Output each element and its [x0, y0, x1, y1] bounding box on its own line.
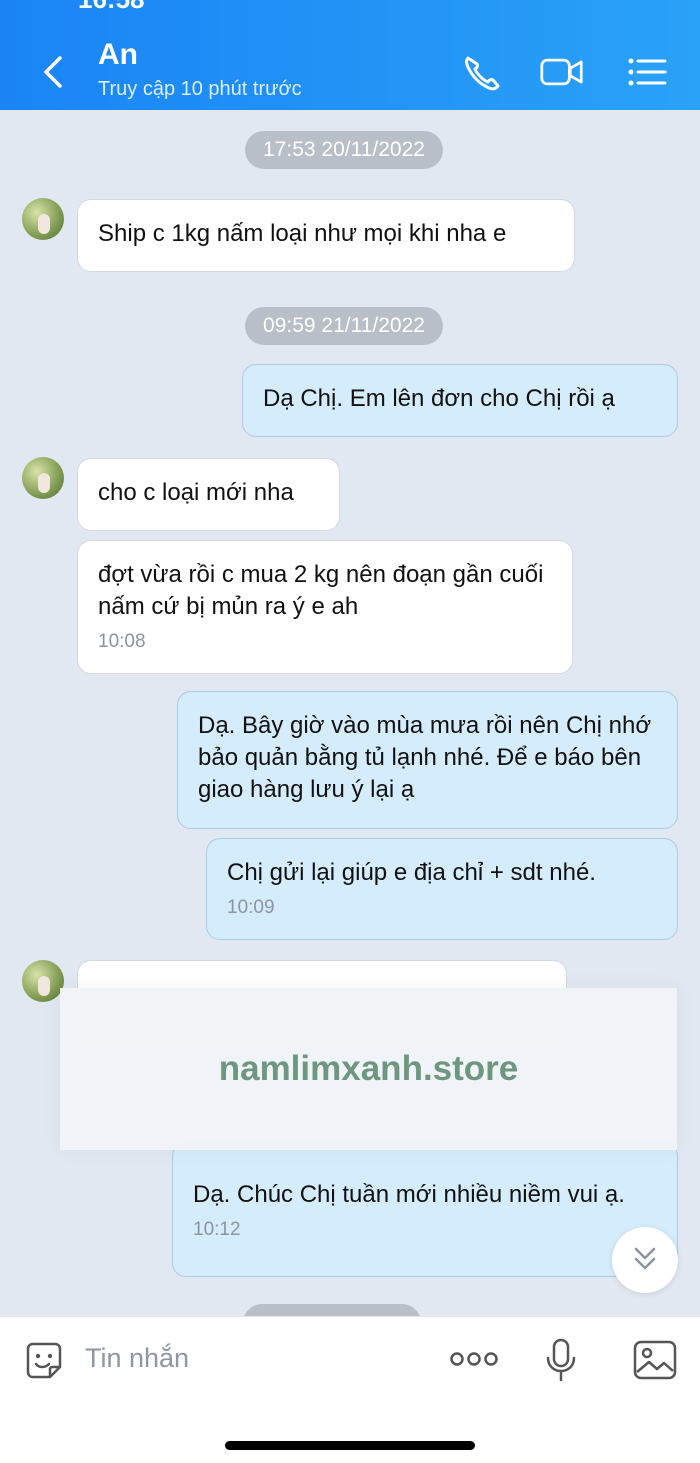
message-bubble-incoming[interactable]: Ship c 1kg nấm loại như mọi khi nha e	[77, 199, 575, 272]
message-text: Dạ. Bây giờ vào mùa mưa rồi nên Chị nhớ …	[198, 712, 652, 803]
message-text: Chị gửi lại giúp e địa chỉ + sdt nhé.	[227, 859, 596, 886]
message-bubble-outgoing[interactable]: Dạ Chị. Em lên đơn cho Chị rồi ạ	[242, 364, 678, 437]
date-separator: 09:59 21/11/2022	[245, 307, 443, 345]
message-text: Dạ Chị. Em lên đơn cho Chị rồi ạ	[263, 385, 615, 412]
message-time: 10:08	[98, 631, 146, 652]
message-text: Ship c 1kg nấm loại như mọi khi nha e	[98, 220, 507, 247]
message-time: 10:09	[227, 897, 275, 918]
message-bubble-incoming[interactable]: đợt vừa rồi c mua 2 kg nên đoạn gần cuối…	[77, 540, 573, 674]
date-separator-partial	[243, 1304, 421, 1316]
phone-call-icon[interactable]	[460, 52, 504, 92]
more-options-icon[interactable]	[448, 1345, 500, 1373]
last-seen-status: Truy cập 10 phút trước	[98, 78, 302, 100]
contact-avatar[interactable]	[22, 198, 64, 240]
message-bubble-outgoing[interactable]: Dạ. Bây giờ vào mùa mưa rồi nên Chị nhớ …	[177, 691, 678, 829]
message-bubble-outgoing[interactable]: Chị gửi lại giúp e địa chỉ + sdt nhé. 10…	[206, 838, 678, 940]
message-text: Dạ. Chúc Chị tuần mới nhiều niềm vui ạ.	[193, 1181, 625, 1208]
contact-avatar[interactable]	[22, 960, 64, 1002]
microphone-icon[interactable]	[541, 1337, 581, 1383]
image-gallery-icon[interactable]	[632, 1339, 678, 1381]
message-input[interactable]: Tin nhắn	[85, 1343, 189, 1374]
message-input-bar: Tin nhắn	[0, 1316, 700, 1463]
double-chevron-down-icon	[634, 1247, 656, 1270]
chat-header: 16:58 An Truy cập 10 phút trước	[0, 0, 700, 110]
sticker-icon[interactable]	[22, 1339, 66, 1383]
status-time: 16:58	[78, 0, 145, 15]
message-time: 10:12	[193, 1219, 241, 1240]
contact-avatar[interactable]	[22, 457, 64, 499]
contact-name[interactable]: An	[98, 38, 138, 72]
message-bubble-outgoing[interactable]: Dạ. Chúc Chị tuần mới nhiều niềm vui ạ. …	[172, 1142, 678, 1277]
scroll-to-bottom-button[interactable]	[612, 1227, 678, 1293]
watermark: namlimxanh.store	[60, 988, 677, 1150]
message-text: đợt vừa rồi c mua 2 kg nên đoạn gần cuối…	[98, 561, 544, 620]
home-indicator	[225, 1441, 475, 1450]
date-separator: 17:53 20/11/2022	[245, 131, 443, 169]
message-text: cho c loại mới nha	[98, 479, 294, 506]
message-bubble-incoming[interactable]: cho c loại mới nha	[77, 458, 340, 531]
back-arrow-icon[interactable]	[34, 50, 74, 94]
video-call-icon[interactable]	[540, 52, 584, 92]
menu-icon[interactable]	[625, 52, 669, 92]
